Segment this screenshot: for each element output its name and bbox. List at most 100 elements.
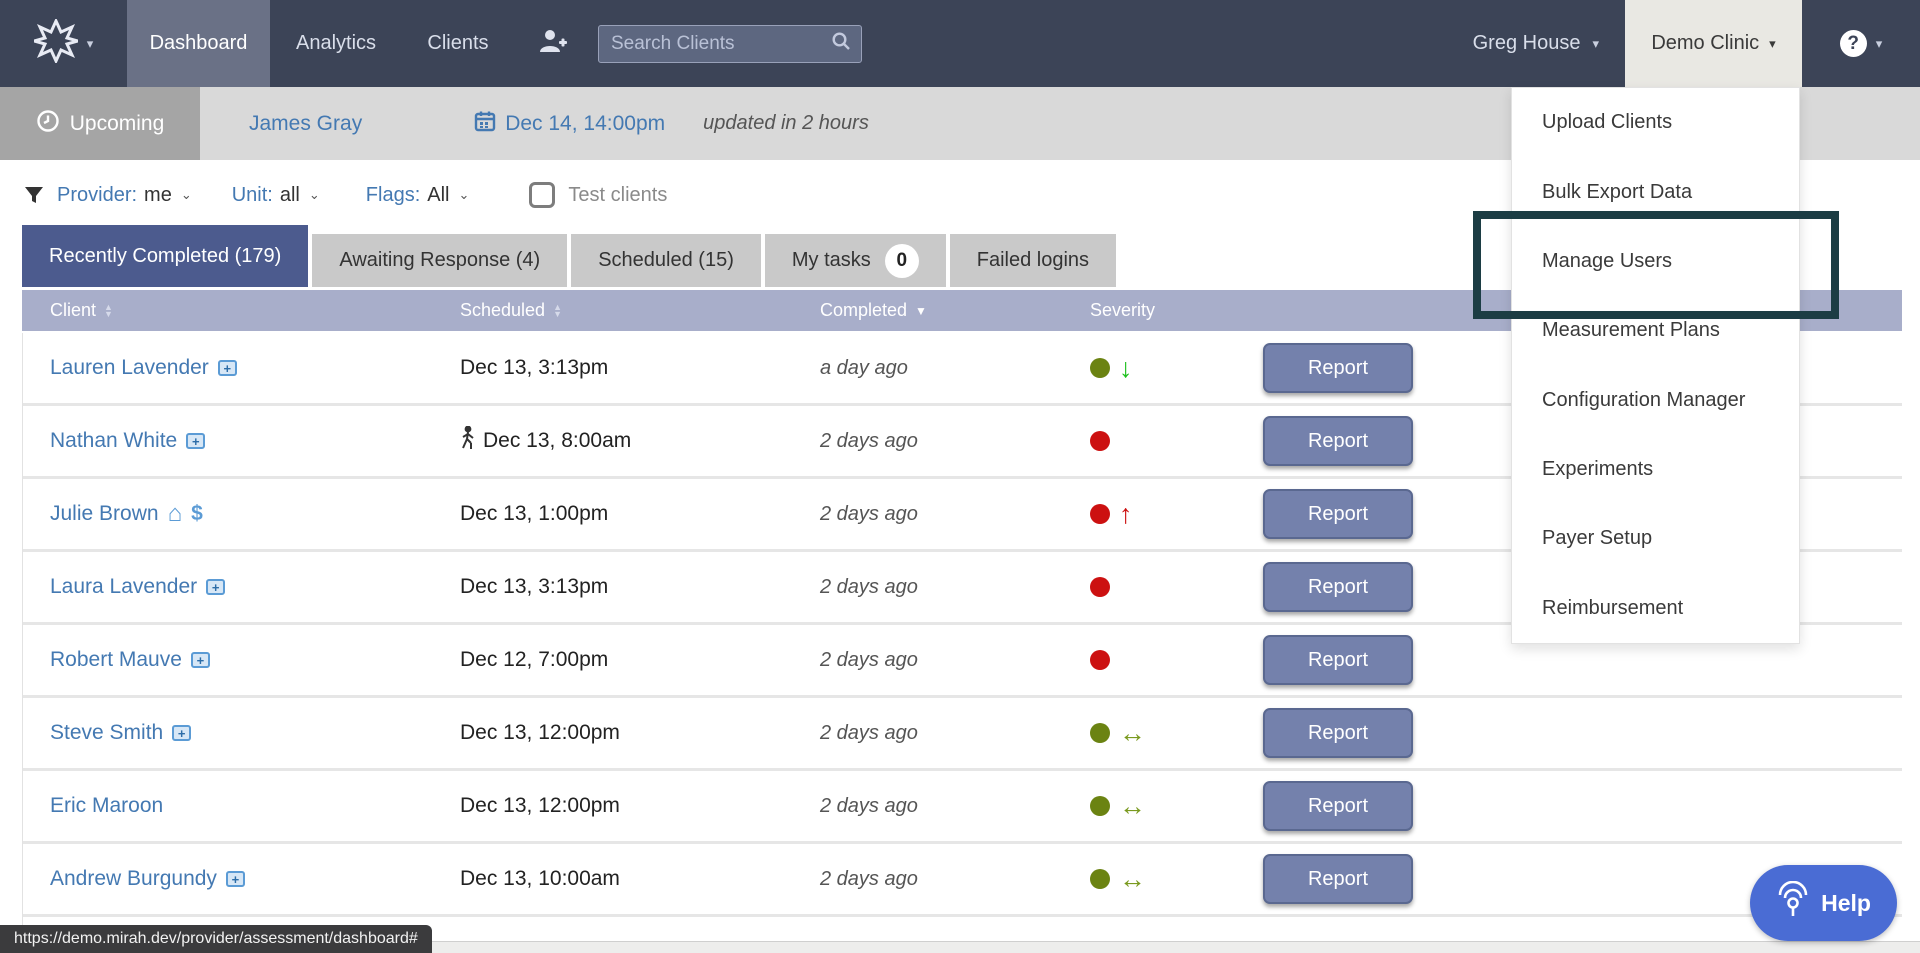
tab-scheduled-15[interactable]: Scheduled (15) — [571, 234, 761, 287]
column-header-client[interactable]: Client ▲▼ — [50, 300, 460, 321]
app-logo[interactable]: ▾ — [0, 0, 127, 87]
sort-icon: ▲▼ — [104, 304, 113, 318]
menu-item-measurement-plans[interactable]: Measurement Plans — [1512, 296, 1799, 365]
client-link[interactable]: Julie Brown⌂$ — [50, 502, 460, 526]
client-link[interactable]: Laura Lavender+ — [50, 575, 460, 599]
navbar-right: Greg House ▾ Demo Clinic ▾ ? ▾ — [1447, 0, 1920, 87]
search-icon[interactable] — [831, 31, 851, 56]
severity-arrow-both-icon: ↔ — [1119, 866, 1146, 893]
client-link[interactable]: Eric Maroon — [50, 794, 460, 818]
logo-caret-icon: ▾ — [87, 36, 94, 52]
column-header-severity: Severity — [1090, 300, 1263, 321]
scheduled-cell: Dec 13, 10:00am — [460, 867, 820, 891]
help-button[interactable]: Help — [1750, 865, 1897, 941]
medical-kit-icon: + — [191, 652, 210, 668]
help-button-label: Help — [1821, 890, 1871, 917]
medical-kit-icon: + — [226, 871, 245, 887]
tab-awaiting-response-4[interactable]: Awaiting Response (4) — [312, 234, 567, 287]
dollar-icon: $ — [191, 502, 203, 526]
client-link[interactable]: Lauren Lavender+ — [50, 356, 460, 380]
clinic-menu[interactable]: Demo Clinic ▾ — [1625, 0, 1802, 87]
upcoming-toggle[interactable]: Upcoming — [0, 87, 200, 160]
add-client-button[interactable] — [514, 0, 592, 87]
severity-cell: ↔ — [1090, 720, 1263, 747]
client-link[interactable]: Robert Mauve+ — [50, 648, 460, 672]
report-button[interactable]: Report — [1263, 343, 1413, 393]
scheduled-cell: Dec 13, 3:13pm — [460, 575, 820, 599]
tab-my-tasks[interactable]: My tasks0 — [765, 234, 946, 287]
menu-item-payer-setup[interactable]: Payer Setup — [1512, 504, 1799, 573]
report-button[interactable]: Report — [1263, 416, 1413, 466]
severity-dot-red — [1090, 431, 1110, 451]
severity-dot-green — [1090, 358, 1110, 378]
severity-arrow-both-icon: ↔ — [1119, 793, 1146, 820]
clinic-menu-caret-icon: ▾ — [1769, 36, 1776, 52]
report-button[interactable]: Report — [1263, 489, 1413, 539]
question-mark-icon: ? — [1840, 30, 1867, 57]
severity-dot-red — [1090, 577, 1110, 597]
nav-item-clients[interactable]: Clients — [402, 0, 514, 87]
updated-status: updated in 2 hours — [703, 112, 869, 135]
sort-icon: ▲▼ — [553, 304, 562, 318]
clinic-dropdown: Upload ClientsBulk Export DataManage Use… — [1511, 87, 1800, 644]
report-button[interactable]: Report — [1263, 562, 1413, 612]
nav-item-dashboard[interactable]: Dashboard — [127, 0, 270, 87]
menu-item-configuration-manager[interactable]: Configuration Manager — [1512, 366, 1799, 435]
medical-kit-icon: + — [186, 433, 205, 449]
nav-item-analytics[interactable]: Analytics — [270, 0, 402, 87]
top-navbar: ▾ Dashboard Analytics Clients — [0, 0, 1920, 87]
filter-funnel-icon — [24, 185, 44, 205]
column-header-scheduled-label: Scheduled — [460, 300, 545, 321]
column-header-completed-label: Completed — [820, 300, 907, 321]
completed-cell: a day ago — [820, 357, 1090, 380]
severity-dot-green — [1090, 723, 1110, 743]
menu-item-bulk-export-data[interactable]: Bulk Export Data — [1512, 157, 1799, 226]
report-button[interactable]: Report — [1263, 708, 1413, 758]
client-link[interactable]: Andrew Burgundy+ — [50, 867, 460, 891]
severity-cell: ↑ — [1090, 501, 1263, 528]
menu-item-manage-users[interactable]: Manage Users — [1512, 227, 1799, 296]
client-link[interactable]: Steve Smith+ — [50, 721, 460, 745]
column-header-client-label: Client — [50, 300, 96, 321]
help-menu-caret-icon: ▾ — [1876, 36, 1883, 52]
report-button[interactable]: Report — [1263, 635, 1413, 685]
table-row: Steve Smith+ Dec 13, 12:00pm 2 days ago … — [23, 698, 1902, 771]
menu-item-reimbursement[interactable]: Reimbursement — [1512, 574, 1799, 643]
report-button[interactable]: Report — [1263, 781, 1413, 831]
test-clients-checkbox[interactable] — [529, 182, 555, 208]
report-cell: Report — [1263, 708, 1902, 758]
severity-arrow-down-icon: ↓ — [1119, 355, 1133, 382]
severity-cell — [1090, 650, 1263, 670]
tab-recently-completed-179[interactable]: Recently Completed (179) — [22, 225, 308, 287]
scheduled-cell: Dec 13, 1:00pm — [460, 502, 820, 526]
tab-badge: 0 — [885, 244, 919, 278]
menu-item-upload-clients[interactable]: Upload Clients — [1512, 88, 1799, 157]
upcoming-client-link[interactable]: James Gray — [249, 112, 362, 136]
severity-arrow-up-icon: ↑ — [1119, 501, 1133, 528]
column-header-severity-label: Severity — [1090, 300, 1155, 321]
medical-kit-icon: + — [218, 360, 237, 376]
severity-dot-green — [1090, 869, 1110, 889]
scheduled-cell: Dec 13, 12:00pm — [460, 794, 820, 818]
help-menu[interactable]: ? ▾ — [1802, 0, 1920, 87]
unit-filter-label: Unit: — [232, 184, 273, 207]
search-input[interactable] — [609, 32, 831, 56]
column-header-completed[interactable]: Completed ▼ — [820, 300, 1090, 321]
calendar-icon — [474, 110, 496, 138]
completed-cell: 2 days ago — [820, 576, 1090, 599]
status-url-tooltip: https://demo.mirah.dev/provider/assessme… — [0, 925, 432, 953]
severity-cell: ↓ — [1090, 355, 1263, 382]
completed-cell: 2 days ago — [820, 503, 1090, 526]
column-header-scheduled[interactable]: Scheduled ▲▼ — [460, 300, 820, 321]
severity-cell: ↔ — [1090, 866, 1263, 893]
unit-filter-value: all — [280, 184, 300, 207]
provider-filter[interactable]: Provider: me ⌄ — [57, 184, 192, 207]
unit-filter[interactable]: Unit: all ⌄ — [232, 184, 320, 207]
report-button[interactable]: Report — [1263, 854, 1413, 904]
upcoming-datetime[interactable]: Dec 14, 14:00pm — [474, 110, 665, 138]
client-link[interactable]: Nathan White+ — [50, 429, 460, 453]
flags-filter[interactable]: Flags: All ⌄ — [366, 184, 470, 207]
tab-failed-logins[interactable]: Failed logins — [950, 234, 1116, 287]
menu-item-experiments[interactable]: Experiments — [1512, 435, 1799, 504]
user-menu[interactable]: Greg House ▾ — [1447, 0, 1625, 87]
